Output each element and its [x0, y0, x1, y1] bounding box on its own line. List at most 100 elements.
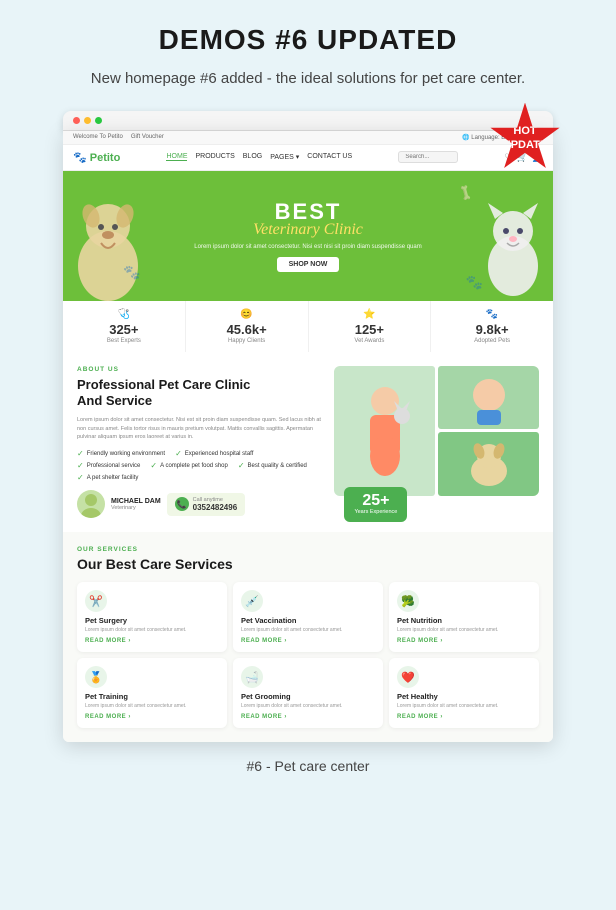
stats-bar: 🩺 325+ Best Experts 😊 45.6k+ Happy Clien… [63, 301, 553, 352]
top-bar: Welcome To Petito Gift Voucher 🌐 Languag… [63, 131, 553, 145]
photo-grid [334, 366, 539, 496]
nav-pages[interactable]: PAGES ▾ [270, 153, 299, 161]
check-icon-4: ✓ [150, 461, 157, 470]
browser-dot-red [73, 117, 80, 124]
top-bar-left: Welcome To Petito Gift Voucher [73, 134, 164, 140]
service-card-0: ✂️ Pet Surgery Lorem ipsum dolor sit ame… [77, 582, 227, 652]
stat-label-1: Happy Clients [192, 338, 302, 344]
check-icon-6: ✓ [77, 473, 84, 482]
service-icon-5: ❤️ [397, 666, 419, 688]
phone-icon: 📞 [175, 497, 189, 511]
stat-icon-3: 🐾 [437, 309, 547, 320]
stat-item-2: ⭐ 125+ Vet Awards [309, 301, 432, 352]
check-label-5: Best quality & certified [248, 463, 307, 469]
topbar-voucher: Gift Voucher [131, 134, 164, 140]
experience-number: 25+ [354, 493, 397, 509]
service-link-0[interactable]: READ MORE › [85, 638, 219, 644]
about-checklist: ✓ Friendly working environment ✓ Experie… [77, 449, 322, 482]
service-card-2: 🥦 Pet Nutrition Lorem ipsum dolor sit am… [389, 582, 539, 652]
about-description: Lorem ipsum dolor sit amet consectetur. … [77, 416, 322, 441]
service-card-3: 🏅 Pet Training Lorem ipsum dolor sit ame… [77, 658, 227, 728]
service-link-1[interactable]: READ MORE › [241, 638, 375, 644]
service-desc-0: Lorem ipsum dolor sit amet consectetur a… [85, 627, 219, 634]
check-item-4: ✓ A complete pet food shop [150, 461, 227, 470]
experience-label: Years Experience [354, 509, 397, 516]
check-item-5: ✓ Best quality & certified [238, 461, 307, 470]
nav-blog[interactable]: BLOG [243, 153, 262, 161]
service-name-5: Pet Healthy [397, 692, 531, 701]
service-icon-2: 🥦 [397, 590, 419, 612]
services-grid: ✂️ Pet Surgery Lorem ipsum dolor sit ame… [77, 582, 539, 728]
bottom-caption: #6 - Pet care center [247, 758, 370, 774]
service-link-2[interactable]: READ MORE › [397, 638, 531, 644]
photo-cell-3 [438, 432, 539, 496]
stat-icon-0: 🩺 [69, 309, 179, 320]
demo-wrapper: HOT UPDATE Welcome To Petito Gift Vouche… [63, 111, 553, 743]
hero-description: Lorem ipsum dolor sit amet consectetur. … [194, 243, 421, 251]
service-desc-4: Lorem ipsum dolor sit amet consectetur a… [241, 703, 375, 710]
service-name-3: Pet Training [85, 692, 219, 701]
page-subtitle: New homepage #6 added - the ideal soluti… [91, 68, 525, 91]
service-desc-5: Lorem ipsum dolor sit amet consectetur a… [397, 703, 531, 710]
service-card-4: 🛁 Pet Grooming Lorem ipsum dolor sit ame… [233, 658, 383, 728]
check-icon-5: ✓ [238, 461, 245, 470]
service-link-5[interactable]: READ MORE › [397, 714, 531, 720]
stat-number-2: 125+ [315, 322, 425, 337]
nav-bar: 🐾 Petito HOME PRODUCTS BLOG PAGES ▾ CONT… [63, 145, 553, 171]
hero-content: BEST Veterinary Clinic Lorem ipsum dolor… [194, 199, 421, 272]
check-label-3: Professional service [87, 463, 141, 469]
services-section: OUR SERVICES Our Best Care Services ✂️ P… [63, 532, 553, 742]
service-icon-3: 🏅 [85, 666, 107, 688]
stat-label-3: Adopted Pets [437, 338, 547, 344]
stat-number-0: 325+ [69, 322, 179, 337]
stat-item-1: 😊 45.6k+ Happy Clients [186, 301, 309, 352]
service-name-2: Pet Nutrition [397, 616, 531, 625]
topbar-welcome: Welcome To Petito [73, 134, 123, 140]
photo-cell-2 [438, 366, 539, 430]
check-label-2: Experienced hospital staff [185, 451, 254, 457]
about-left: ABOUT US Professional Pet Care ClinicAnd… [77, 366, 322, 519]
stat-label-0: Best Experts [69, 338, 179, 344]
service-desc-1: Lorem ipsum dolor sit amet consectetur a… [241, 627, 375, 634]
service-link-3[interactable]: READ MORE › [85, 714, 219, 720]
nav-contact[interactable]: CONTACT US [307, 153, 352, 161]
hero-dog-image [63, 181, 153, 301]
page-main-title: DEMOS #6 UPDATED [159, 24, 458, 56]
phone-details: Call anytime 0352482496 [193, 497, 238, 512]
check-label-4: A complete pet food shop [160, 463, 228, 469]
nav-home[interactable]: HOME [166, 153, 187, 161]
service-card-1: 💉 Pet Vaccination Lorem ipsum dolor sit … [233, 582, 383, 652]
hero-shop-button[interactable]: SHOP NOW [277, 257, 340, 272]
about-section: ABOUT US Professional Pet Care ClinicAnd… [63, 352, 553, 533]
browser-dot-yellow [84, 117, 91, 124]
services-tag: OUR SERVICES [77, 546, 539, 553]
check-icon-3: ✓ [77, 461, 84, 470]
experience-badge: 25+ Years Experience [344, 487, 407, 522]
photo-cell-1 [334, 366, 435, 496]
check-icon-2: ✓ [175, 449, 182, 458]
nav-logo[interactable]: 🐾 Petito [73, 151, 120, 164]
service-desc-3: Lorem ipsum dolor sit amet consectetur a… [85, 703, 219, 710]
service-icon-4: 🛁 [241, 666, 263, 688]
service-card-5: ❤️ Pet Healthy Lorem ipsum dolor sit ame… [389, 658, 539, 728]
service-name-0: Pet Surgery [85, 616, 219, 625]
paw-decoration-2: 🐾 [466, 274, 483, 291]
doctor-name: MICHAEL DAM [111, 498, 161, 505]
check-label-1: Friendly working environment [87, 451, 165, 457]
check-item-3: ✓ Professional service [77, 461, 140, 470]
stat-number-1: 45.6k+ [192, 322, 302, 337]
check-label-6: A pet shelter facility [87, 475, 139, 481]
stat-item-3: 🐾 9.8k+ Adopted Pets [431, 301, 553, 352]
nav-search-input[interactable] [398, 151, 458, 163]
about-right: 25+ Years Experience [334, 366, 539, 519]
nav-products[interactable]: PRODUCTS [195, 153, 234, 161]
browser-dot-green [95, 117, 102, 124]
website-container: Welcome To Petito Gift Voucher 🌐 Languag… [63, 131, 553, 743]
doctor-info: MICHAEL DAM Veterinary 📞 Call anytime 03… [77, 490, 322, 518]
hero-cat-image [473, 191, 553, 301]
nav-links: HOME PRODUCTS BLOG PAGES ▾ CONTACT US [166, 153, 352, 161]
about-title: Professional Pet Care ClinicAnd Service [77, 377, 322, 411]
doctor-details: MICHAEL DAM Veterinary [111, 498, 161, 511]
paw-decoration-1: 🐾 [123, 264, 140, 281]
service-link-4[interactable]: READ MORE › [241, 714, 375, 720]
